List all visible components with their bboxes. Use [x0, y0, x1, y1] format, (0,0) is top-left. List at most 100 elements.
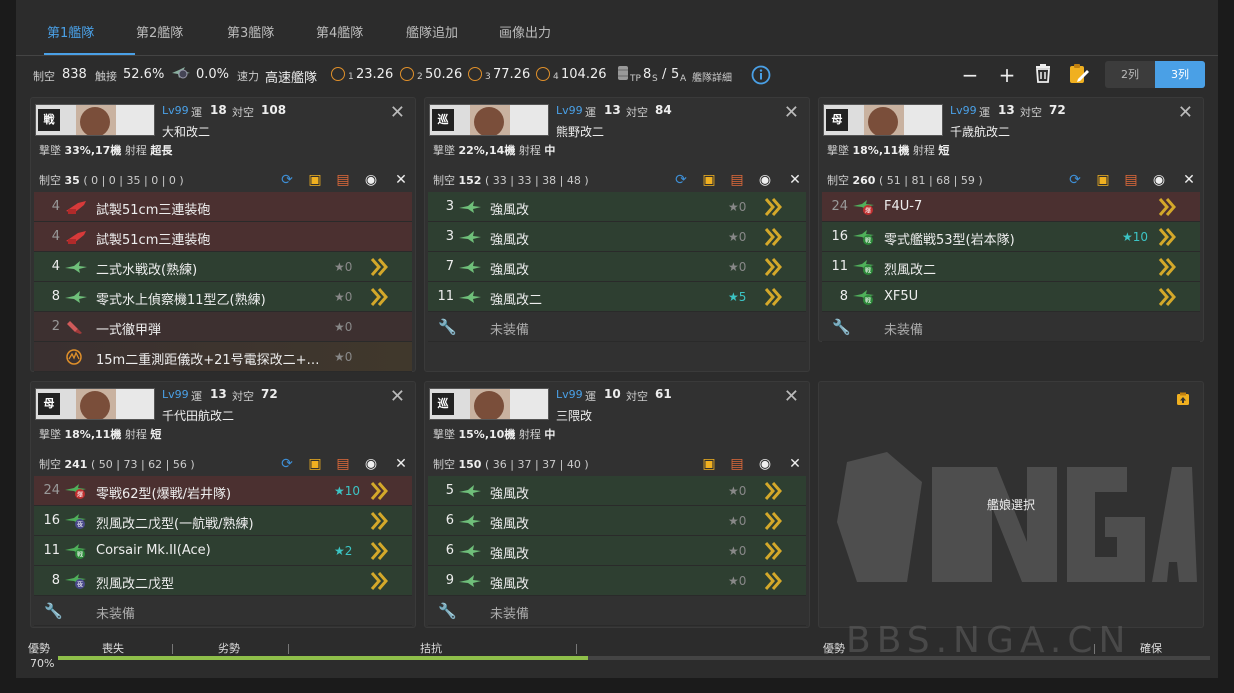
equipment-slot-empty[interactable]: 🔧 未装備: [428, 312, 806, 342]
tab-fleet-3[interactable]: 第3艦隊: [227, 22, 274, 41]
proficiency-chevron-icon[interactable]: [764, 227, 782, 247]
proficiency-chevron-icon[interactable]: [370, 541, 388, 561]
equipment-slot-empty[interactable]: 🔧 未装備: [428, 596, 806, 626]
ship-level[interactable]: Lv99: [950, 104, 977, 117]
ship-portrait[interactable]: 母: [35, 388, 155, 420]
clipboard-edit-icon[interactable]: [1067, 63, 1091, 87]
equipment-slot[interactable]: 2 一式徹甲弾 ★0: [34, 312, 412, 342]
proficiency-chevron-icon[interactable]: [1158, 287, 1176, 307]
proficiency-chevron-icon[interactable]: [370, 511, 388, 531]
toolbox-icon[interactable]: ▤: [729, 172, 745, 188]
proficiency-chevron-icon[interactable]: [370, 481, 388, 501]
proficiency-chevron-icon[interactable]: [370, 287, 388, 307]
remove-ship-button[interactable]: ✕: [390, 386, 405, 407]
proficiency-chevron-icon[interactable]: [370, 257, 388, 277]
equipment-slot[interactable]: 4 二式水戦改(熟練) ★0: [34, 252, 412, 282]
equipment-slot[interactable]: 9 強風改 ★0: [428, 566, 806, 596]
ship-portrait[interactable]: 母: [823, 104, 943, 136]
proficiency-chevron-icon[interactable]: [1158, 197, 1176, 217]
proficiency-chevron-icon[interactable]: [764, 571, 782, 591]
fleet-detail-link[interactable]: 艦隊詳細: [692, 69, 732, 84]
info-icon[interactable]: [751, 65, 771, 88]
equipment-slot[interactable]: 24 爆 零戦62型(爆戦/岩井隊) ★10: [34, 476, 412, 506]
zoom-in-button[interactable]: +: [995, 63, 1019, 87]
remove-ship-button[interactable]: ✕: [390, 102, 405, 123]
select-ship-label[interactable]: 艦娘選択: [819, 496, 1203, 513]
trash-icon[interactable]: [1031, 63, 1055, 87]
equipment-slot[interactable]: 4 試製51cm三連装砲: [34, 222, 412, 252]
clear-equipment-icon[interactable]: ✕: [1181, 172, 1197, 188]
equipment-slot[interactable]: 8 戦 XF5U: [822, 282, 1200, 312]
toolbox-icon[interactable]: ▤: [335, 456, 351, 472]
two-columns-button[interactable]: 2列: [1105, 61, 1155, 88]
equipment-import-icon[interactable]: ▣: [701, 172, 717, 188]
refresh-icon[interactable]: ⟳: [279, 456, 295, 472]
tab-add-fleet[interactable]: 艦隊追加: [406, 22, 458, 41]
equipment-slot[interactable]: 15m二重測距儀改+21号電探改二+… ★0: [34, 342, 412, 372]
equipment-slot[interactable]: 24 爆 F4U-7: [822, 192, 1200, 222]
proficiency-chevron-icon[interactable]: [764, 541, 782, 561]
zoom-out-button[interactable]: −: [958, 63, 982, 87]
equipment-slot[interactable]: 11 戦 Corsair Mk.II(Ace) ★2: [34, 536, 412, 566]
proficiency-chevron-icon[interactable]: [764, 197, 782, 217]
eye-icon[interactable]: ◉: [363, 172, 379, 188]
equipment-slot[interactable]: 16 夜 烈風改二戊型(一航戦/熟練): [34, 506, 412, 536]
equipment-import-icon[interactable]: ▣: [307, 172, 323, 188]
refresh-icon[interactable]: ⟳: [279, 172, 295, 188]
equipment-import-icon[interactable]: ▣: [701, 456, 717, 472]
tab-fleet-4[interactable]: 第4艦隊: [316, 22, 363, 41]
toolbox-icon[interactable]: ▤: [1123, 172, 1139, 188]
ship-level[interactable]: Lv99: [556, 104, 583, 117]
ship-level[interactable]: Lv99: [162, 388, 189, 401]
equipment-slot[interactable]: 3 強風改 ★0: [428, 192, 806, 222]
equipment-slot-empty[interactable]: 🔧 未装備: [822, 312, 1200, 342]
equipment-slot[interactable]: 8 零式水上偵察機11型乙(熟練) ★0: [34, 282, 412, 312]
tab-fleet-2[interactable]: 第2艦隊: [136, 22, 183, 41]
equipment-slot[interactable]: 8 夜 烈風改二戊型: [34, 566, 412, 596]
equipment-import-icon[interactable]: ▣: [1095, 172, 1111, 188]
eye-icon[interactable]: ◉: [363, 456, 379, 472]
eye-icon[interactable]: ◉: [1151, 172, 1167, 188]
clear-equipment-icon[interactable]: ✕: [393, 456, 409, 472]
tab-export-image[interactable]: 画像出力: [499, 22, 551, 41]
ship-level[interactable]: Lv99: [162, 104, 189, 117]
clear-equipment-icon[interactable]: ✕: [393, 172, 409, 188]
proficiency-chevron-icon[interactable]: [370, 571, 388, 591]
remove-ship-button[interactable]: ✕: [784, 386, 799, 407]
proficiency-chevron-icon[interactable]: [1158, 257, 1176, 277]
equipment-slot[interactable]: 5 強風改 ★0: [428, 476, 806, 506]
equipment-slot[interactable]: 6 強風改 ★0: [428, 536, 806, 566]
equipment-slot[interactable]: 11 戦 烈風改二: [822, 252, 1200, 282]
ship-portrait[interactable]: 巡: [429, 388, 549, 420]
tab-fleet-1[interactable]: 第1艦隊: [47, 22, 94, 41]
equipment-slot-empty[interactable]: 🔧 未装備: [34, 596, 412, 626]
clear-equipment-icon[interactable]: ✕: [787, 456, 803, 472]
equipment-slot[interactable]: 7 強風改 ★0: [428, 252, 806, 282]
eye-icon[interactable]: ◉: [757, 172, 773, 188]
toolbox-icon[interactable]: ▤: [335, 172, 351, 188]
ship-portrait[interactable]: 戦: [35, 104, 155, 136]
remove-ship-button[interactable]: ✕: [784, 102, 799, 123]
three-columns-button[interactable]: 3列: [1155, 61, 1205, 88]
clear-equipment-icon[interactable]: ✕: [787, 172, 803, 188]
proficiency-chevron-icon[interactable]: [1158, 227, 1176, 247]
equipment-slot[interactable]: 16 戦 零式艦戦53型(岩本隊) ★10: [822, 222, 1200, 252]
equipment-import-icon[interactable]: ▣: [307, 456, 323, 472]
proficiency-chevron-icon[interactable]: [764, 511, 782, 531]
toolbox-icon[interactable]: ▤: [729, 456, 745, 472]
refresh-icon[interactable]: ⟳: [1067, 172, 1083, 188]
proficiency-chevron-icon[interactable]: [764, 287, 782, 307]
empty-ship-slot[interactable]: 艦娘選択: [818, 381, 1204, 628]
eye-icon[interactable]: ◉: [757, 456, 773, 472]
equipment-slot[interactable]: 11 強風改二 ★5: [428, 282, 806, 312]
equipment-import-icon[interactable]: [1175, 392, 1191, 408]
proficiency-chevron-icon[interactable]: [764, 481, 782, 501]
equipment-slot[interactable]: 6 強風改 ★0: [428, 506, 806, 536]
remove-ship-button[interactable]: ✕: [1178, 102, 1193, 123]
proficiency-chevron-icon[interactable]: [764, 257, 782, 277]
ship-level[interactable]: Lv99: [556, 388, 583, 401]
ship-portrait[interactable]: 巡: [429, 104, 549, 136]
equipment-slot[interactable]: 3 強風改 ★0: [428, 222, 806, 252]
equipment-slot[interactable]: 4 試製51cm三連装砲: [34, 192, 412, 222]
refresh-icon[interactable]: ⟳: [673, 172, 689, 188]
